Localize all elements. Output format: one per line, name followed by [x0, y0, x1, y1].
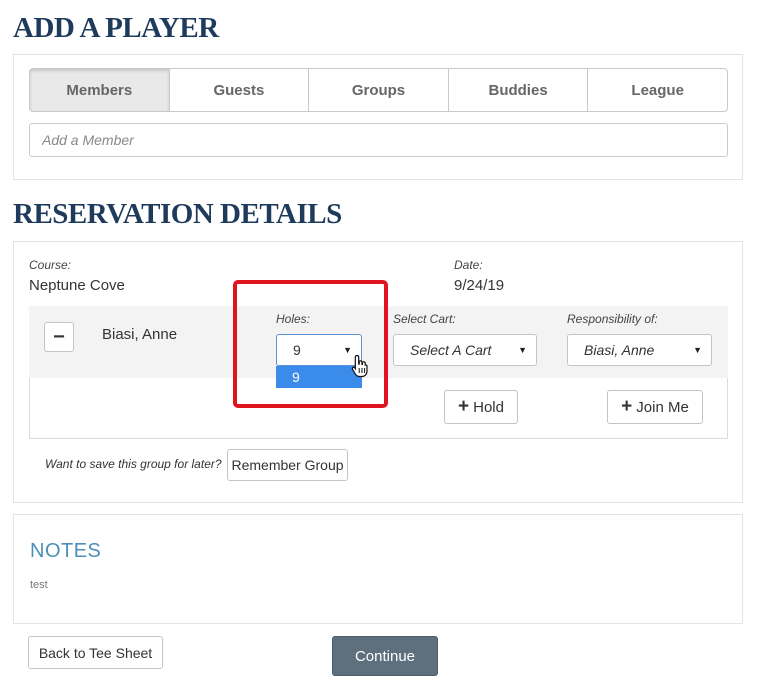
continue-button[interactable]: Continue	[332, 636, 438, 676]
player-name: Biasi, Anne	[102, 326, 178, 343]
add-member-input[interactable]	[29, 123, 728, 157]
date-label: Date:	[454, 258, 483, 272]
notes-panel: NOTES test	[13, 514, 743, 624]
player-row: − Biasi, Anne Holes: 9 ▼ 9 Select Cart: …	[29, 306, 728, 388]
remember-group-button[interactable]: Remember Group	[227, 449, 348, 481]
hold-label: Hold	[473, 398, 504, 416]
reservation-panel: Course: Neptune Cove Date: 9/24/19 − Bia…	[13, 241, 743, 503]
add-player-title: ADD A PLAYER	[13, 12, 219, 44]
player-type-tabs: Members Guests Groups Buddies League	[29, 68, 728, 112]
select-cart-label: Select Cart:	[393, 312, 456, 326]
caret-down-icon: ▼	[693, 345, 702, 355]
join-me-button[interactable]: + Join Me	[607, 390, 703, 424]
responsibility-select[interactable]: Biasi, Anne ▼	[567, 334, 712, 366]
cart-value: Select A Cart	[410, 342, 492, 358]
plus-icon: +	[458, 396, 470, 417]
course-value: Neptune Cove	[29, 277, 125, 294]
tab-groups[interactable]: Groups	[308, 68, 449, 112]
hand-pointer-icon	[351, 354, 368, 378]
plus-icon: +	[621, 396, 633, 417]
cart-select[interactable]: Select A Cart ▼	[393, 334, 537, 366]
player-actions-row: + Hold + Join Me	[29, 378, 728, 439]
responsibility-value: Biasi, Anne	[584, 342, 655, 358]
date-value: 9/24/19	[454, 277, 505, 294]
holes-label: Holes:	[276, 312, 311, 326]
tab-league[interactable]: League	[587, 68, 728, 112]
remove-player-button[interactable]: −	[44, 322, 74, 352]
tab-members[interactable]: Members	[29, 68, 170, 112]
holes-value: 9	[293, 342, 301, 358]
save-group-prompt: Want to save this group for later?	[45, 457, 222, 471]
tab-guests[interactable]: Guests	[168, 68, 310, 112]
responsibility-label: Responsibility of:	[567, 312, 658, 326]
back-to-tee-sheet-button[interactable]: Back to Tee Sheet	[28, 636, 163, 669]
notes-title: NOTES	[30, 540, 102, 562]
caret-down-icon: ▼	[518, 345, 527, 355]
holes-select[interactable]: 9 ▼	[276, 334, 362, 366]
add-player-panel: Members Guests Groups Buddies League	[13, 54, 743, 180]
reservation-details-title: RESERVATION DETAILS	[13, 198, 342, 230]
hold-button[interactable]: + Hold	[444, 390, 518, 424]
course-label: Course:	[29, 258, 72, 272]
tab-buddies[interactable]: Buddies	[447, 68, 589, 112]
notes-text: test	[30, 579, 48, 591]
join-me-label: Join Me	[636, 398, 689, 416]
